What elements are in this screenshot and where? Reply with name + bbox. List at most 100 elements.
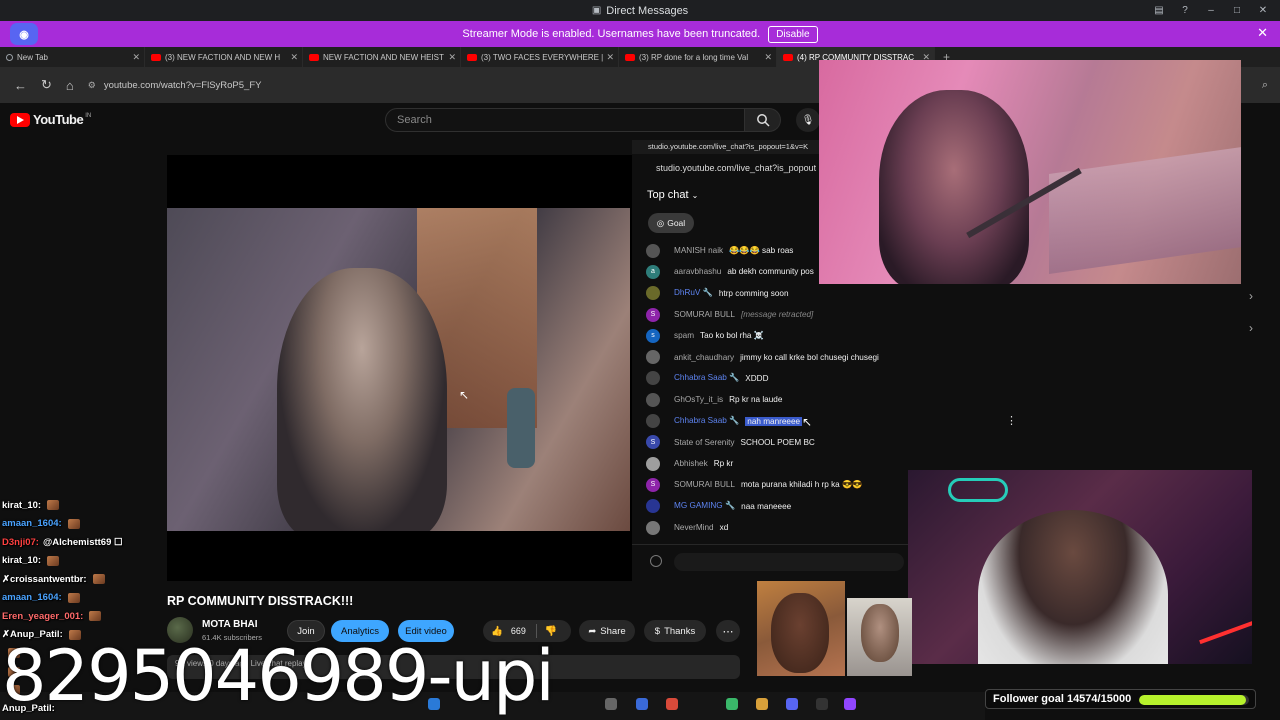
taskbar-app-icon[interactable] (726, 698, 738, 710)
chat-message[interactable]: s spam Tao ko bol rha ☠️ (646, 325, 1026, 346)
twitch-username: Eren_yeager_001: (2, 610, 84, 622)
chat-message[interactable]: ankit_chaudhary jimmy ko call krke bol ch… (646, 346, 1026, 367)
taskbar-app-icon[interactable] (816, 698, 828, 710)
reload-icon[interactable]: ↻ (41, 77, 52, 93)
chat-avatar[interactable] (646, 520, 660, 535)
emote-icon (67, 592, 80, 603)
chat-avatar[interactable] (646, 286, 660, 301)
tab-youtube[interactable]: (3) NEW FACTION AND NEW H ✕ (145, 47, 303, 67)
close-icon[interactable]: ✕ (1252, 5, 1274, 16)
thanks-button[interactable]: $ Thanks (644, 620, 706, 642)
chat-author[interactable]: spam (674, 331, 694, 340)
chat-author[interactable]: State of Serenity (674, 438, 735, 447)
back-icon[interactable]: ← (14, 78, 27, 93)
chat-message[interactable]: DhRuV 🔧 htrp comming soon (646, 283, 1026, 304)
chat-author[interactable]: GhOsTy_it_is (674, 395, 723, 404)
chat-avatar[interactable]: S (646, 435, 660, 450)
tab-close-icon[interactable]: ✕ (132, 52, 140, 63)
message-menu-icon[interactable]: ⋮ (1006, 414, 1017, 427)
address-bar[interactable]: ⚙ youtube.com/watch?v=FlSyRoP5_FY (88, 80, 262, 91)
video-frame[interactable] (167, 208, 630, 531)
taskbar-app-icon[interactable] (666, 698, 678, 710)
window-controls: ▤ ? – □ ✕ (1148, 0, 1274, 21)
taskbar-app-icon[interactable] (844, 698, 856, 710)
home-icon[interactable]: ⌂ (66, 78, 74, 93)
top-chat-dropdown[interactable]: Top chat ⌄ (647, 189, 698, 201)
chat-avatar[interactable] (646, 371, 660, 386)
chat-author[interactable]: MG GAMING 🔧 (674, 501, 735, 511)
search-icon[interactable]: ⌕ (1262, 79, 1268, 92)
minimize-icon[interactable]: – (1200, 5, 1222, 16)
chat-author[interactable]: aaravbhashu (674, 267, 721, 276)
emoji-icon[interactable] (650, 555, 662, 567)
chat-text: Tao ko bol rha ☠️ (700, 330, 764, 340)
share-button[interactable]: ➦ Share (579, 620, 635, 642)
taskbar-app-icon[interactable] (636, 698, 648, 710)
follower-goal-widget: Follower goal 14574/15000 (985, 689, 1256, 709)
share-icon: ➦ (588, 625, 597, 637)
chat-author[interactable]: ankit_chaudhary (674, 353, 734, 362)
emote-icon (67, 518, 80, 529)
search-input[interactable]: Search (385, 108, 745, 132)
chevron-right-icon[interactable]: › (1249, 321, 1253, 335)
disable-streamer-mode-button[interactable]: Disable (768, 25, 818, 43)
tab-close-icon[interactable]: ✕ (606, 52, 614, 63)
site-info-icon[interactable]: ⚙ (88, 80, 96, 91)
taskbar-app-icon[interactable] (786, 698, 798, 710)
chat-message[interactable]: S State of Serenity SCHOOL POEM BC (646, 432, 1026, 453)
chat-input[interactable] (674, 553, 904, 571)
chevron-right-icon[interactable]: › (1249, 289, 1253, 303)
voice-search-button[interactable]: 🎙 (796, 108, 820, 132)
chat-message[interactable]: Chhabra Saab 🔧 nah manreeee (646, 410, 1026, 431)
chat-text: Rp kr na laude (729, 395, 783, 405)
chat-avatar[interactable]: a (646, 264, 660, 279)
chat-author[interactable]: DhRuV 🔧 (674, 288, 713, 298)
chat-avatar[interactable] (646, 414, 660, 429)
chat-author[interactable]: SOMURAI BULL (674, 480, 735, 489)
discord-logo-icon[interactable]: ◉ (10, 23, 38, 45)
chat-avatar[interactable]: S (646, 477, 660, 492)
twitch-chat-message: ✗croissantwentbr: (2, 570, 202, 589)
neon-light (948, 478, 1008, 502)
chat-avatar[interactable] (646, 243, 660, 258)
chat-author[interactable]: Chhabra Saab 🔧 (674, 373, 739, 383)
twitch-username: kirat_10: (2, 499, 42, 511)
chat-author[interactable]: Abhishek (674, 459, 708, 468)
chat-avatar[interactable] (646, 499, 660, 514)
channel-name[interactable]: MOTA BHAI (202, 619, 258, 630)
tab-youtube[interactable]: (3) RP done for a long time Val ✕ (619, 47, 777, 67)
search-icon (756, 114, 770, 127)
chat-message[interactable]: S SOMURAI BULL [message retracted] (646, 304, 1026, 325)
chat-avatar[interactable]: S (646, 307, 660, 322)
goal-button[interactable]: ◎ Goal (648, 213, 694, 233)
tab-youtube[interactable]: NEW FACTION AND NEW HEIST ✕ (303, 47, 461, 67)
help-icon[interactable]: ? (1174, 5, 1196, 16)
chat-message[interactable]: GhOsTy_it_is Rp kr na laude (646, 389, 1026, 410)
chat-text: mota purana khiladi h rp ka 😎😎 (740, 479, 863, 489)
chat-author[interactable]: Chhabra Saab 🔧 (674, 416, 739, 426)
globe-icon (6, 53, 13, 61)
taskbar-app-icon[interactable] (605, 698, 617, 710)
tab-close-icon[interactable]: ✕ (290, 52, 298, 63)
chat-message[interactable]: Chhabra Saab 🔧 XDDD (646, 368, 1026, 389)
chat-text: naa maneeee (741, 501, 792, 511)
taskbar-app-icon[interactable] (756, 698, 768, 710)
banner-close-icon[interactable]: ✕ (1257, 25, 1268, 41)
chat-author[interactable]: MANISH naik (674, 246, 723, 255)
inbox-icon[interactable]: ▤ (1148, 5, 1170, 16)
maximize-icon[interactable]: □ (1226, 5, 1248, 16)
tab-youtube[interactable]: (3) TWO FACES EVERYWHERE | ✕ (461, 47, 619, 67)
chat-avatar[interactable] (646, 350, 660, 365)
chat-avatar[interactable]: s (646, 328, 660, 343)
chat-author[interactable]: SOMURAI BULL (674, 310, 735, 319)
chat-author[interactable]: NeverMind (674, 523, 714, 532)
chat-avatar[interactable] (646, 392, 660, 407)
tab-new-tab[interactable]: New Tab ✕ (0, 47, 145, 67)
chat-avatar[interactable] (646, 456, 660, 471)
search-button[interactable] (745, 108, 781, 132)
chat-text: ab dekh community pos (727, 267, 814, 277)
tab-close-icon[interactable]: ✕ (764, 52, 772, 63)
more-actions-icon[interactable]: ⋯ (716, 620, 740, 642)
tab-close-icon[interactable]: ✕ (448, 52, 456, 63)
youtube-logo[interactable]: YouTube IN (10, 112, 91, 127)
